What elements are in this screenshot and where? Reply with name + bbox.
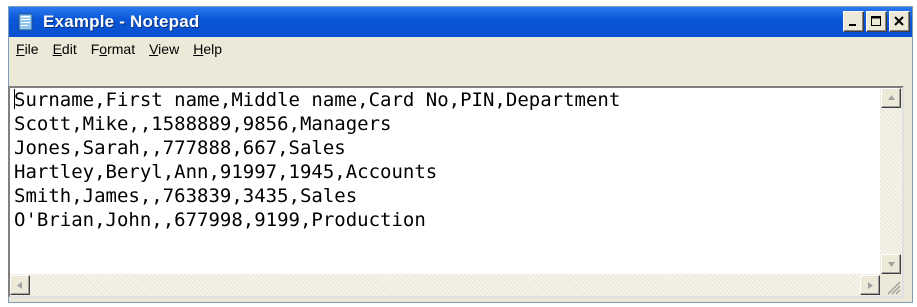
text-content[interactable]: Surname,First name,Middle name,Card No,P… [12, 88, 878, 272]
close-button[interactable] [889, 11, 910, 32]
arrow-left-icon [17, 282, 22, 289]
arrow-down-icon [888, 262, 895, 267]
text-line: Hartley,Beryl,Ann,91997,1945,Accounts [14, 161, 438, 183]
window-controls [841, 11, 910, 33]
text-editor[interactable]: Surname,First name,Middle name,Card No,P… [8, 86, 904, 298]
text-line: Surname,First name,Middle name,Card No,P… [14, 89, 621, 111]
minimize-icon [849, 24, 856, 26]
arrow-up-icon [888, 95, 895, 100]
menu-help[interactable]: Help [186, 37, 229, 63]
maximize-icon [871, 16, 881, 26]
minimize-button[interactable] [843, 11, 864, 32]
notepad-icon [17, 13, 35, 31]
menu-edit[interactable]: Edit [46, 37, 84, 63]
text-line: Scott,Mike,,1588889,9856,Managers [14, 113, 392, 135]
size-grip-icon[interactable] [880, 274, 902, 296]
text-line: O'Brian,John,,677998,9199,Production [14, 209, 426, 231]
menu-bar: File Edit Format View Help [9, 37, 912, 63]
horizontal-scrollbar[interactable] [10, 274, 880, 296]
menu-view[interactable]: View [142, 37, 186, 63]
title-bar[interactable]: Example - Notepad [9, 7, 912, 37]
scroll-left-button[interactable] [10, 275, 30, 295]
menu-format[interactable]: Format [84, 37, 142, 63]
menu-file[interactable]: File [9, 37, 46, 63]
scroll-down-button[interactable] [881, 254, 901, 274]
window-title: Example - Notepad [43, 12, 200, 31]
text-line: Smith,James,,763839,3435,Sales [14, 185, 358, 207]
scroll-up-button[interactable] [881, 88, 901, 108]
close-icon [894, 16, 904, 26]
maximize-button[interactable] [866, 11, 887, 32]
arrow-right-icon [868, 282, 873, 289]
vertical-scrollbar[interactable] [880, 88, 902, 274]
text-line: Jones,Sarah,,777888,667,Sales [14, 137, 346, 159]
scroll-right-button[interactable] [860, 275, 880, 295]
